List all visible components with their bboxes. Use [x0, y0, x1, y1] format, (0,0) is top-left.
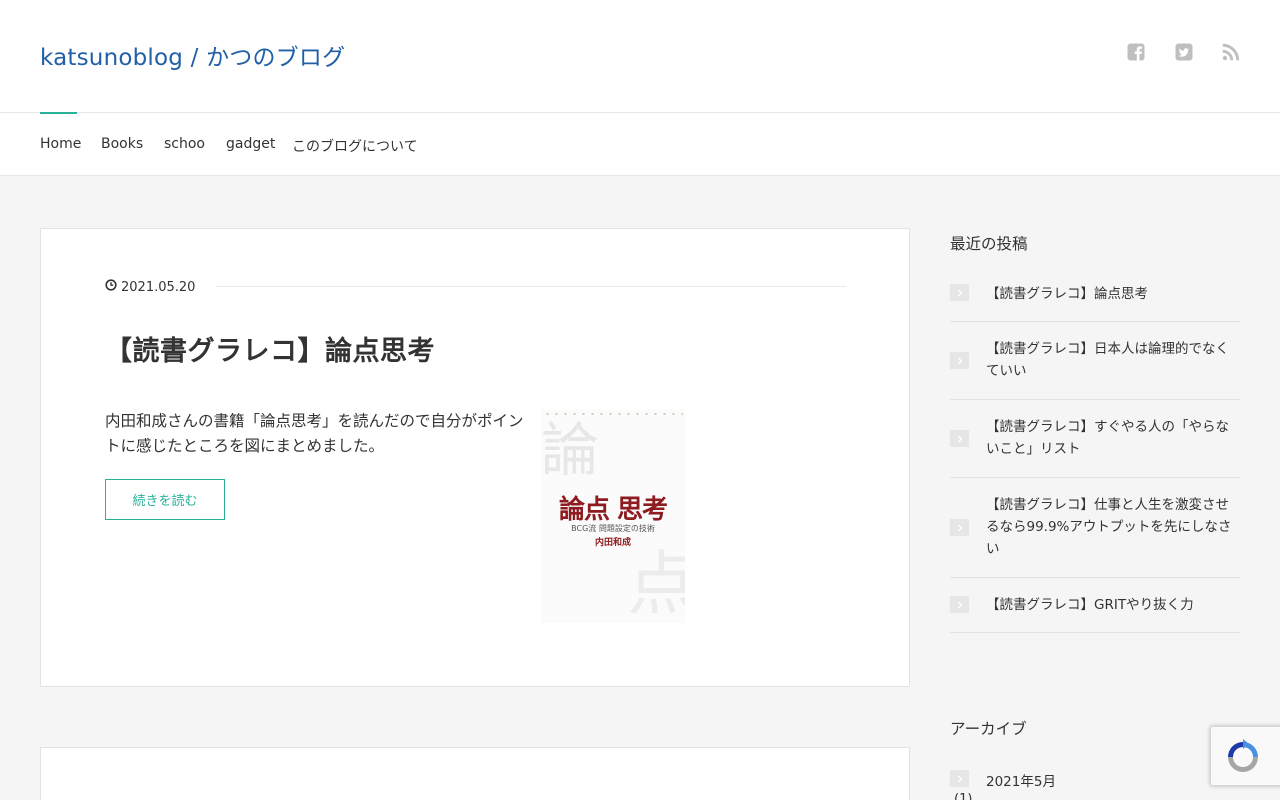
- nav-item-about[interactable]: このブログについて: [292, 136, 418, 156]
- nav-item-home[interactable]: Home: [40, 136, 81, 152]
- book-cover-ghost-char: 点: [627, 543, 685, 623]
- book-cover-image[interactable]: 論 点 論点 思考 BCG流 問題設定の技術 内田和成: [541, 409, 685, 623]
- site-title[interactable]: katsunoblog / かつのブログ: [40, 38, 345, 72]
- chevron-right-icon: [950, 596, 969, 613]
- nav-item-gadget[interactable]: gadget: [226, 136, 275, 152]
- read-more-button[interactable]: 続きを読む: [105, 479, 225, 520]
- chevron-right-icon: [950, 284, 969, 301]
- archive-count: (1): [954, 792, 973, 800]
- site-header: katsunoblog / かつのブログ: [0, 0, 1280, 113]
- book-cover-title: 論点 思考: [558, 495, 668, 525]
- recent-post-item[interactable]: 【読書グラレコ】すぐやる人の「やらないこと」リスト: [950, 400, 1240, 478]
- recent-post-title: 【読書グラレコ】日本人は論理的でなくていい: [986, 341, 1229, 379]
- chevron-right-icon: [950, 519, 969, 536]
- recaptcha-icon: [1224, 738, 1262, 780]
- recent-post-title: 【読書グラレコ】すぐやる人の「やらないこと」リスト: [986, 419, 1229, 457]
- date-divider: [216, 286, 846, 287]
- book-cover-author: 内田和成: [594, 538, 631, 548]
- post-card: 2021.05.20 【読書グラレコ】論点思考 内田和成さんの書籍「論点思考」を…: [40, 228, 910, 687]
- post-title[interactable]: 【読書グラレコ】論点思考: [105, 329, 435, 368]
- recent-post-title: 【読書グラレコ】仕事と人生を激変させるなら99.9%アウトプットを先にしなさい: [986, 497, 1232, 557]
- nav-active-indicator: [40, 112, 77, 114]
- recent-post-item[interactable]: 【読書グラレコ】日本人は論理的でなくていい: [950, 322, 1240, 400]
- post-date-text: 2021.05.20: [121, 279, 196, 295]
- recent-post-item[interactable]: 【読書グラレコ】論点思考: [950, 275, 1240, 322]
- archive-label: 2021年5月: [986, 774, 1056, 790]
- nav-item-schoo[interactable]: schoo: [164, 136, 205, 152]
- recent-post-item[interactable]: 【読書グラレコ】仕事と人生を激変させるなら99.9%アウトプットを先にしなさい: [950, 478, 1240, 578]
- recent-posts-heading: 最近の投稿: [950, 235, 1028, 253]
- recaptcha-badge[interactable]: [1210, 726, 1280, 786]
- archive-heading: アーカイブ: [950, 720, 1027, 738]
- chevron-right-icon: [950, 352, 969, 369]
- facebook-icon[interactable]: [1126, 42, 1146, 62]
- post-date: 2021.05.20: [105, 279, 195, 295]
- recent-post-title: 【読書グラレコ】GRITやり抜く力: [986, 597, 1194, 613]
- chevron-right-icon: [950, 430, 969, 447]
- next-post-card: [40, 747, 910, 800]
- nav-item-books[interactable]: Books: [101, 136, 143, 152]
- rss-icon[interactable]: [1221, 42, 1241, 62]
- chevron-right-icon: [950, 770, 969, 787]
- archive-item[interactable]: 2021年5月 (1): [950, 767, 1240, 800]
- twitter-icon[interactable]: [1174, 42, 1194, 62]
- book-cover-ghost-char: 論: [541, 416, 600, 484]
- post-excerpt: 内田和成さんの書籍「論点思考」を読んだので自分がポイントに感じたところを図にまと…: [105, 412, 524, 455]
- recent-post-item[interactable]: 【読書グラレコ】GRITやり抜く力: [950, 578, 1240, 633]
- recent-post-title: 【読書グラレコ】論点思考: [986, 286, 1148, 302]
- main-nav: Home Books schoo gadget このブログについて: [0, 112, 1280, 176]
- clock-icon: [105, 279, 117, 295]
- book-cover-subtitle: BCG流 問題設定の技術: [571, 524, 655, 533]
